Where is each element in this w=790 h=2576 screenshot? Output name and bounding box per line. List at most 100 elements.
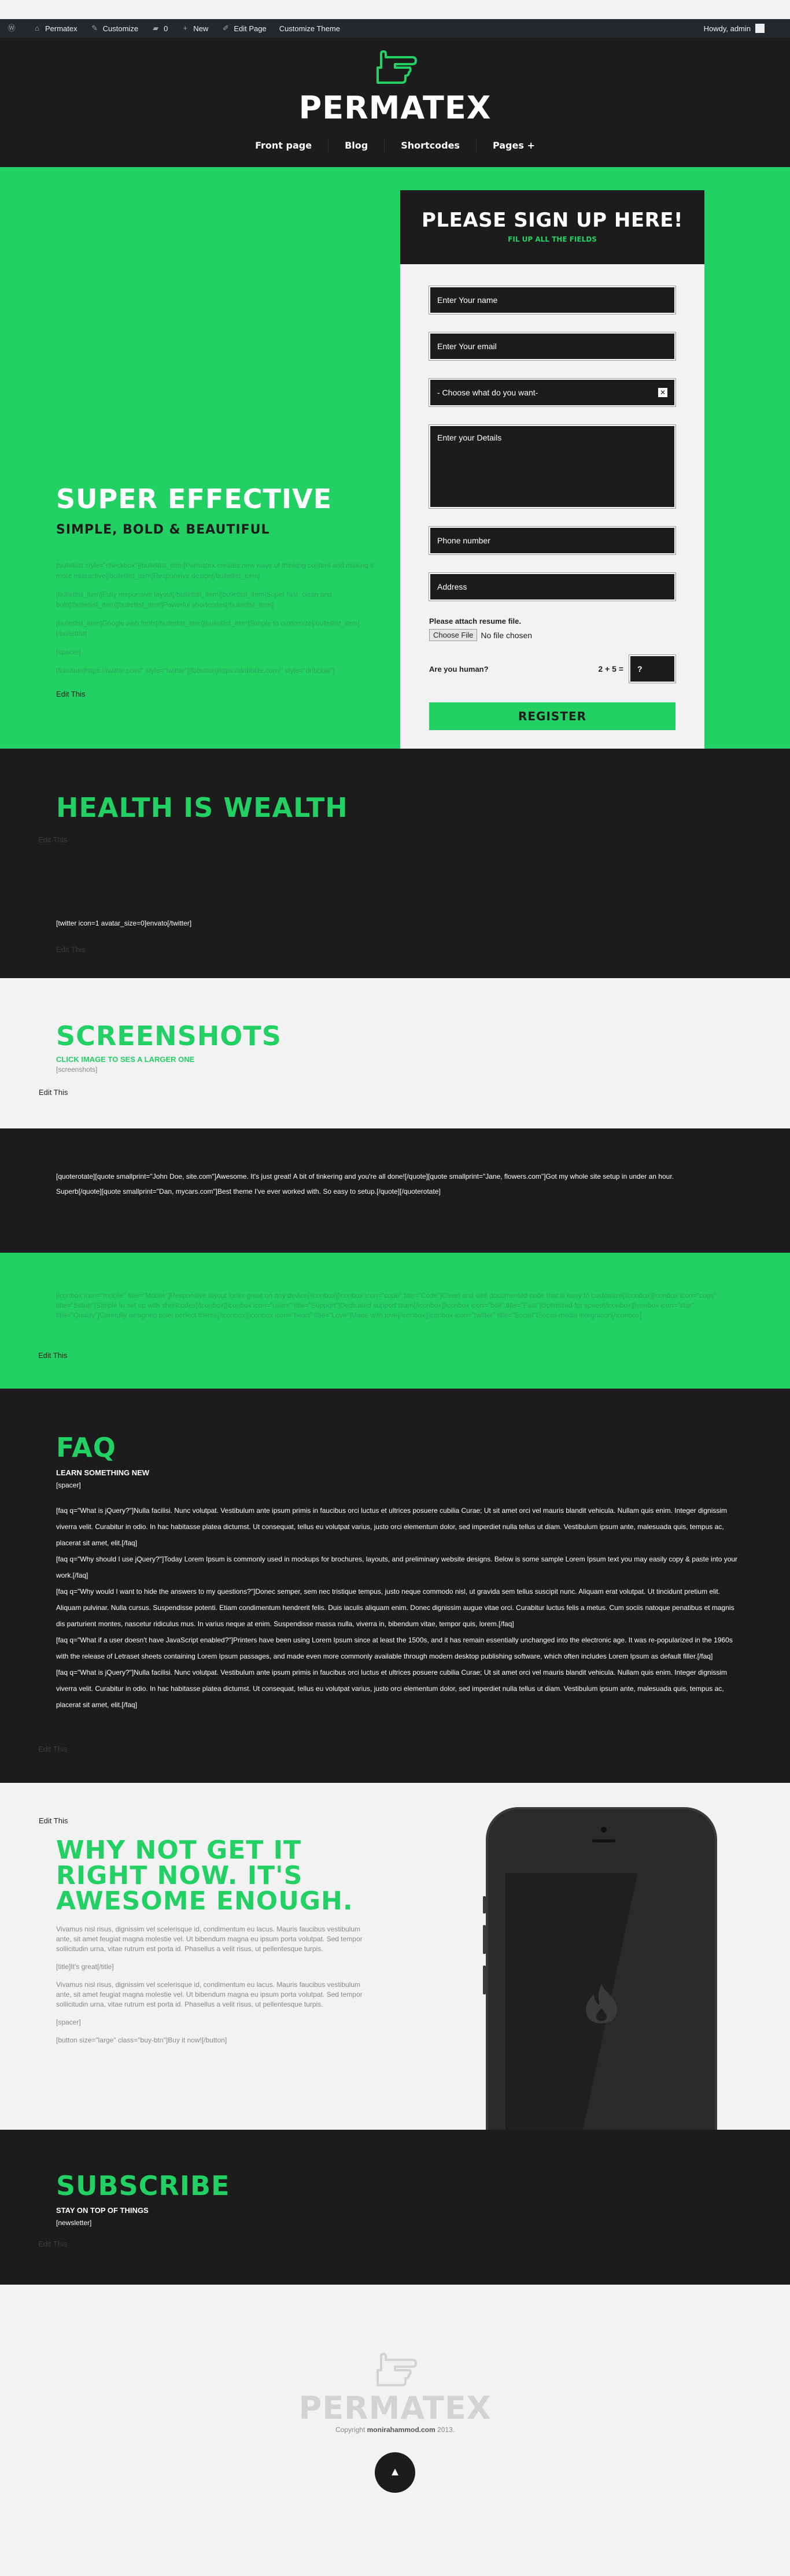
signup-form-header: PLEASE SIGN UP HERE! FIL UP ALL THE FIEL… [400, 190, 704, 264]
hero-edit-link[interactable]: Edit This [56, 690, 85, 698]
comment-icon: ▰ [153, 24, 159, 32]
details-textarea[interactable]: Enter your Details [429, 424, 676, 509]
screenshots-subtitle: CLICK IMAGE TO SES A LARGER ONE [56, 1055, 195, 1064]
pointing-hand-logo-icon[interactable] [372, 50, 418, 88]
screenshots-section: SCREENSHOTS CLICK IMAGE TO SES A LARGER … [0, 978, 790, 1128]
site-footer: PERMATEX Copyright monirahammod.com 2013… [0, 2285, 790, 2536]
faq-item: [faq q="Why would I want to hide the ans… [56, 1587, 734, 1628]
faq-spacer-code: [spacer] [56, 1481, 81, 1489]
screenshots-shortcode: [screenshots] [56, 1065, 98, 1074]
footer-copyright: Copyright monirahammod.com 2013. [0, 2426, 790, 2434]
subscribe-title: SUBSCRIBE [56, 2170, 230, 2201]
iconbox-edit-link[interactable]: Edit This [38, 1351, 67, 1360]
back-to-top-button[interactable]: ▲ [375, 2452, 415, 2493]
why-paragraph: Vivamus nisl risus, dignissim vel sceler… [56, 1981, 363, 2008]
faq-item: [faq q="Why should I use jQuery?"]Today … [56, 1555, 738, 1579]
subscribe-section: SUBSCRIBE STAY ON TOP OF THINGS [newslet… [0, 2130, 790, 2285]
top-margin [0, 0, 790, 19]
captcha-input[interactable]: ? [629, 654, 676, 683]
phone-speaker [592, 1840, 615, 1842]
copyright-prefix: Copyright [335, 2426, 366, 2434]
hero-title: SUPER EFFECTIVE [56, 483, 333, 515]
hero-subtitle: SIMPLE, BOLD & BEAUTIFUL [56, 523, 270, 537]
subscribe-edit-link[interactable]: Edit This [38, 2240, 67, 2248]
admin-bar-comments-count: 0 [164, 24, 168, 33]
faq-edit-link[interactable]: Edit This [38, 1745, 67, 1753]
choose-select[interactable]: - Choose what do you want- ✕ [429, 378, 676, 407]
quote-line: Superb[/quote][quote smallprint="Dan, my… [56, 1187, 441, 1196]
phone-field[interactable]: Phone number [429, 526, 676, 555]
pointing-hand-logo-icon [376, 2353, 417, 2386]
why-paragraph: Vivamus nisl risus, dignissim vel sceler… [56, 1925, 363, 1953]
phone-mockup-image [483, 1807, 717, 2132]
admin-bar-edit-page-label: Edit Page [234, 24, 267, 33]
hero-body-line: [fbbutton]https://twitter.com/" style="t… [56, 667, 335, 675]
admin-bar-comments[interactable]: ▰ 0 [151, 24, 168, 33]
copyright-year: 2013. [437, 2426, 455, 2434]
why-body: Vivamus nisl risus, dignissim vel sceler… [56, 1924, 363, 2053]
admin-bar-customize[interactable]: ✎ Customize [90, 24, 138, 33]
why-title-shortcode: [title]It's great[/title] [56, 1963, 114, 1971]
twitter-shortcode: [twitter icon=1 avatar_size=0]envato[/tw… [56, 919, 192, 927]
admin-bar-new[interactable]: + New [180, 24, 209, 33]
register-button[interactable]: REGISTER [429, 702, 675, 730]
hero-body-line: [spacer] [56, 648, 81, 656]
flame-icon [586, 1984, 617, 2023]
select-arrow-icon: ✕ [658, 388, 667, 397]
phone-side-button [483, 1896, 486, 1914]
admin-bar-customize-label: Customize [102, 24, 139, 33]
choose-file-button[interactable]: Choose File [429, 629, 478, 641]
captcha-label: Are you human? [429, 664, 489, 673]
admin-bar-account[interactable]: Howdy, admin [704, 24, 765, 33]
admin-bar-customize-theme[interactable]: Customize Theme [279, 24, 340, 33]
nav-front-page[interactable]: Front page [239, 139, 328, 153]
health-edit-link-2[interactable]: Edit This [56, 945, 85, 954]
home-icon: ⌂ [35, 24, 39, 32]
file-status: No file chosen [481, 630, 533, 640]
admin-bar-site-label: Permatex [45, 24, 77, 33]
captcha-equation: 2 + 5 = [598, 664, 623, 673]
copyright-author-link[interactable]: monirahammod.com [367, 2426, 435, 2434]
hero-body-line: [bulletlist style="checkbox"][bulletlist… [56, 561, 374, 580]
screenshots-edit-link[interactable]: Edit This [39, 1088, 68, 1097]
why-edit-link[interactable]: Edit This [39, 1816, 68, 1825]
nav-blog[interactable]: Blog [328, 139, 384, 153]
nav-pages[interactable]: Pages + [475, 139, 551, 153]
health-section: HEALTH IS WEALTH Edit This [twitter icon… [0, 749, 790, 978]
hero-section: SUPER EFFECTIVE SIMPLE, BOLD & BEAUTIFUL… [0, 167, 790, 749]
site-header: PERMATEX Front page Blog Shortcodes Page… [0, 38, 790, 167]
signup-form-title: PLEASE SIGN UP HERE! [422, 209, 683, 232]
iconbox-shortcodes: [iconbox icon="mobile" title="Mobile"]Re… [56, 1291, 717, 1319]
signup-form-tagline: FIL UP ALL THE FIELDS [508, 235, 597, 243]
faq-item: [faq q="What is jQuery?"]Nulla facilisi.… [56, 1507, 728, 1547]
address-field[interactable]: Address [429, 572, 676, 601]
admin-bar-wordpress[interactable]: Ⓦ [7, 24, 20, 33]
admin-bar-edit-page[interactable]: ✐ Edit Page [221, 24, 267, 33]
email-field[interactable]: Enter Your email [429, 332, 676, 361]
hero-body: [bulletlist style="checkbox"][bulletlist… [56, 560, 380, 676]
captcha-row: Are you human? 2 + 5 = ? [429, 654, 676, 683]
admin-bar-customize-theme-label: Customize Theme [279, 24, 340, 33]
plus-icon: + [183, 24, 188, 32]
subscribe-subtitle: STAY ON TOP OF THINGS [56, 2206, 149, 2215]
admin-bar-site[interactable]: ⌂ Permatex [32, 24, 77, 33]
admin-bar-new-label: New [193, 24, 209, 33]
name-field[interactable]: Enter Your name [429, 286, 676, 314]
nav-shortcodes[interactable]: Shortcodes [384, 139, 476, 153]
why-section: Edit This WHY NOT GET IT RIGHT NOW. IT'S… [0, 1783, 790, 2132]
newsletter-shortcode: [newsletter] [56, 2219, 92, 2227]
why-button-shortcode: [button size="large" class="buy-btn"]Buy… [56, 2036, 227, 2044]
hero-content: SUPER EFFECTIVE SIMPLE, BOLD & BEAUTIFUL… [56, 483, 380, 699]
quotes-section: [quoterotate][quote smallprint="John Doe… [0, 1128, 790, 1253]
faq-item: [faq q="What if a user doesn't have Java… [56, 1636, 733, 1660]
faq-subtitle: LEARN SOMETHING NEW [56, 1468, 150, 1477]
main-nav: Front page Blog Shortcodes Pages + [0, 139, 790, 153]
site-logo-text[interactable]: PERMATEX [0, 90, 790, 126]
howdy-label: Howdy, admin [703, 24, 751, 33]
resume-file-input: Choose File No file chosen [429, 629, 675, 641]
signup-form-body: Enter Your name Enter Your email - Choos… [400, 264, 704, 730]
phone-camera [601, 1827, 607, 1833]
wordpress-logo-icon: Ⓦ [8, 24, 16, 32]
health-edit-link[interactable]: Edit This [38, 835, 67, 844]
why-spacer-shortcode: [spacer] [56, 2018, 81, 2026]
